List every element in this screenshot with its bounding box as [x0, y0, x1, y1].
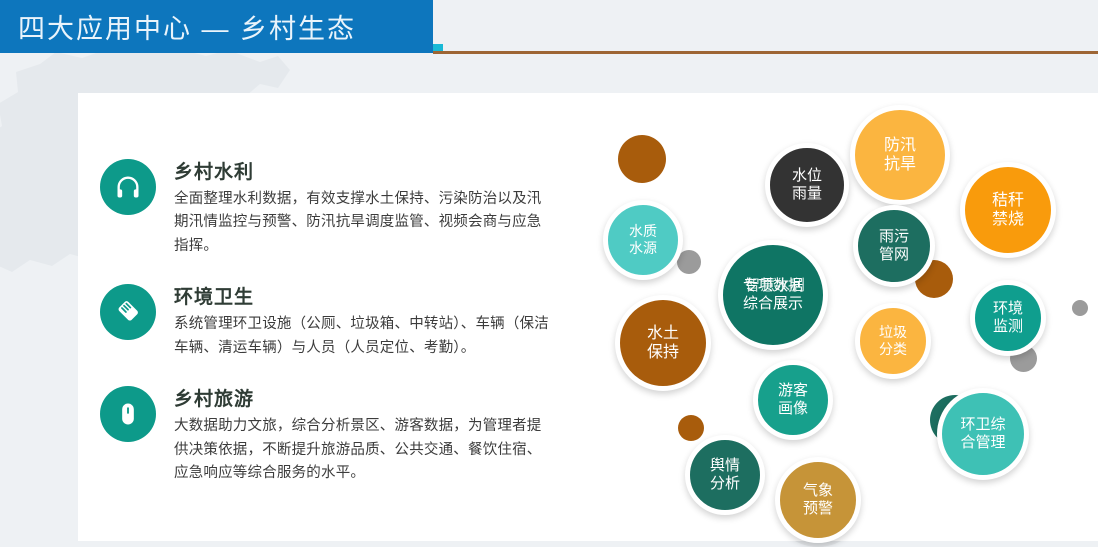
feature-item-rural-water[interactable]: 乡村水利 全面整理水利数据，有效支撑水土保持、污染防治以及汛期汛情监控与预警、防… [100, 155, 560, 258]
decor-dot-dot-grey-right [1072, 300, 1088, 316]
bubble-label: 环境 监测 [991, 300, 1025, 336]
bubble-label-line1: 秸秆 [991, 191, 1024, 209]
bubble-label-line1: 环境 [992, 300, 1023, 317]
feature-list: 乡村水利 全面整理水利数据，有效支撑水土保持、污染防治以及汛期汛情监控与预警、防… [100, 155, 560, 508]
bubble-label-line2: 抗旱 [883, 156, 916, 173]
bubble-label: 环卫综 合管理 [958, 416, 1007, 452]
bubble-label: 雨污 管网 [877, 228, 911, 264]
bubble-label: 垃圾 分类 [877, 324, 909, 358]
bubble-label: 水土 保持 [645, 324, 681, 362]
bubble-label-line1: 水位 [791, 167, 822, 184]
bubble-label: 智慧水利 专项数据 综合展示 [741, 277, 805, 313]
feature-item-rural-tourism[interactable]: 乡村旅游 大数据助力文旅，综合分析景区、游客数据，为管理者提供决策依据，不断提升… [100, 382, 560, 485]
bubble-label-line2: 分类 [879, 341, 907, 357]
bubble-youke-huaxiang[interactable]: 游客 画像 [749, 356, 837, 444]
bubble-label-overlay: 智慧水利 [744, 277, 805, 294]
bubble-label-line2: 水源 [629, 240, 657, 256]
title-divider-rule [433, 51, 1098, 54]
bubble-cluster: 防汛 抗旱 水位 雨量 秸秆 禁烧 水质 水源 雨污 管网 智慧水利 专项数据 综合展示 环境 监测 水土 保持… [585, 95, 1098, 547]
bubble-huanjing-jiance[interactable]: 环境 监测 [966, 276, 1050, 360]
bubble-shuitu-baochi[interactable]: 水土 保持 [611, 291, 715, 395]
bubble-label-line1: 舆情 [709, 457, 740, 474]
bubble-label-line1: 水土 [646, 324, 679, 342]
bubble-label-line1: 气象 [802, 482, 833, 499]
bubble-shuiwei-yuliang[interactable]: 水位 雨量 [761, 139, 853, 231]
bubble-yuqing-fenxi[interactable]: 舆情 分析 [681, 431, 769, 519]
hand-click-icon [100, 284, 156, 341]
bubble-label: 游客 画像 [776, 382, 810, 418]
bubble-zhuanxiang-shuju[interactable]: 智慧水利 专项数据 综合展示 [714, 236, 832, 354]
bubble-label: 气象 预警 [801, 482, 835, 518]
page-title: 四大应用中心 — 乡村生态 [18, 14, 357, 44]
bubble-label: 秸秆 禁烧 [990, 191, 1026, 229]
mouse-icon [100, 386, 156, 443]
bubble-label-line2: 画像 [777, 400, 808, 417]
bubble-label-line2: 综合展示 [742, 295, 803, 312]
page-title-bar: 四大应用中心 — 乡村生态 [0, 0, 433, 53]
bubble-label-line1: 雨污 [878, 228, 909, 245]
bubble-label-line2: 禁烧 [991, 211, 1024, 228]
decor-dot-dot-brown-small [678, 415, 704, 441]
bubble-label: 防汛 抗旱 [882, 136, 918, 174]
feature-description: 全面整理水利数据，有效支撑水土保持、污染防治以及汛期汛情监控与预警、防汛抗旱调度… [174, 191, 542, 254]
bubble-label-line1: 防汛 [883, 136, 916, 154]
bubble-label-line2: 预警 [802, 500, 833, 517]
bubble-shuizhi-shuiyuan[interactable]: 水质 水源 [599, 196, 687, 284]
bubble-huanwei-zonghe-guanli[interactable]: 环卫综 合管理 [933, 384, 1033, 484]
decor-dot-dot-brown-top [618, 135, 666, 183]
bubble-label: 舆情 分析 [708, 457, 742, 493]
bubble-label: 水质 水源 [627, 223, 659, 257]
bubble-label-line2: 雨量 [791, 185, 822, 202]
feature-description: 大数据助力文旅，综合分析景区、游客数据，为管理者提供决策依据，不断提升旅游品质、… [174, 418, 542, 482]
bubble-label-line2: 合管理 [960, 434, 1006, 451]
feature-title: 乡村水利 [174, 162, 255, 183]
bubble-yuwu-guanwang[interactable]: 雨污 管网 [849, 201, 939, 291]
bubble-jiegan-jinshao[interactable]: 秸秆 禁烧 [956, 158, 1060, 262]
bubble-fangxun-kanghan[interactable]: 防汛 抗旱 [846, 101, 954, 209]
bubble-laji-fenlei[interactable]: 垃圾 分类 [851, 299, 935, 383]
bubble-label-line1: 游客 [777, 382, 808, 399]
bubble-qixiang-yujing[interactable]: 气象 预警 [771, 453, 865, 547]
bubble-label-line2: 分析 [709, 475, 740, 492]
bubble-label-line2: 保持 [646, 344, 679, 361]
feature-description: 系统管理环卫设施（公厕、垃圾箱、中转站）、车辆（保洁车辆、清运车辆）与人员（人员… [174, 316, 549, 356]
bubble-label-line2: 监测 [992, 318, 1023, 335]
bubble-label-line1: 水质 [629, 223, 657, 240]
bubble-label-line1: 垃圾 [879, 324, 907, 341]
bubble-label-line1: 环卫综 [960, 416, 1006, 433]
feature-title: 乡村旅游 [174, 389, 255, 411]
bubble-label: 水位 雨量 [790, 167, 824, 203]
bubble-label-line2: 管网 [878, 246, 909, 263]
feature-title: 环境卫生 [174, 287, 255, 309]
feature-item-environmental-sanitation[interactable]: 环境卫生 系统管理环卫设施（公厕、垃圾箱、中转站）、车辆（保洁车辆、清运车辆）与… [100, 280, 560, 360]
headphones-icon [100, 159, 156, 215]
